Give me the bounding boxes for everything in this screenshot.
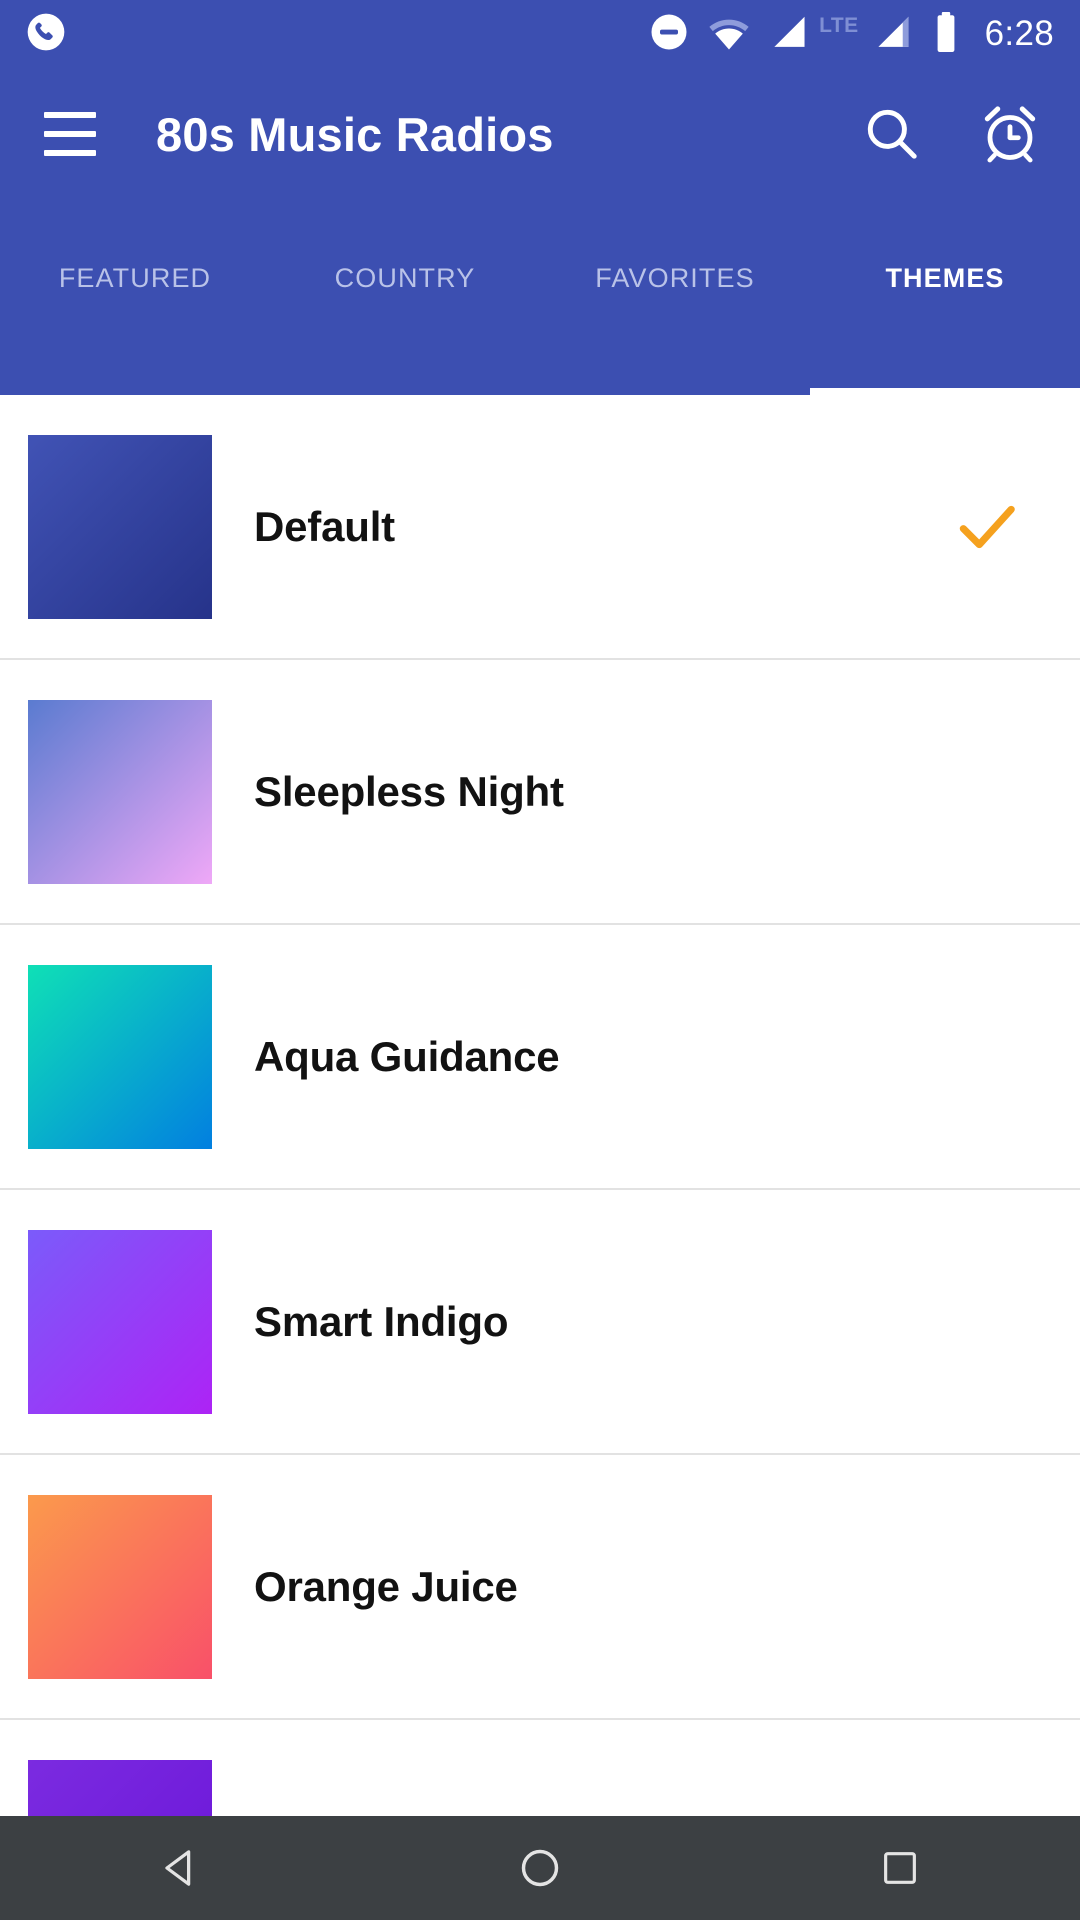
battery-icon xyxy=(933,11,959,58)
status-bar-right-icons: LTE 6:28 xyxy=(649,11,1080,58)
theme-swatch xyxy=(28,1229,212,1414)
phone-missed-call-icon xyxy=(26,12,66,57)
theme-list-item[interactable]: Default xyxy=(0,395,1080,660)
selected-check-icon xyxy=(954,494,1020,560)
status-bar-left-icons xyxy=(0,12,66,57)
menu-line xyxy=(44,150,96,156)
theme-name: Orange Juice xyxy=(254,1562,518,1610)
wifi-icon xyxy=(707,12,751,57)
theme-name: Smart Indigo xyxy=(254,1297,509,1345)
menu-line xyxy=(44,131,96,137)
tab-label: FAVORITES xyxy=(595,263,755,293)
theme-name: Aqua Guidance xyxy=(254,1032,560,1080)
app-bar-actions xyxy=(856,98,1080,170)
theme-swatch xyxy=(28,1494,212,1679)
tab-active-indicator xyxy=(810,388,1080,395)
signal-sim2-icon xyxy=(873,12,915,57)
theme-name: Sleepless Night xyxy=(254,767,564,815)
theme-list-item[interactable] xyxy=(0,1720,1080,1816)
theme-list-item[interactable]: Aqua Guidance xyxy=(0,925,1080,1190)
do-not-disturb-icon xyxy=(649,12,689,57)
lte-label: LTE xyxy=(819,14,859,37)
theme-list-item[interactable]: Smart Indigo xyxy=(0,1190,1080,1455)
search-icon[interactable] xyxy=(856,98,928,170)
theme-swatch xyxy=(28,1759,212,1816)
theme-swatch xyxy=(28,699,212,884)
tab-label: COUNTRY xyxy=(334,263,476,293)
status-bar-clock: 6:28 xyxy=(984,14,1054,53)
theme-list[interactable]: Default Sleepless Night Aqua Guidance Smart… xyxy=(0,395,1080,1816)
back-button[interactable] xyxy=(105,1816,255,1920)
theme-name: Default xyxy=(254,502,395,550)
tab-themes[interactable]: THEMES xyxy=(810,200,1080,395)
theme-swatch xyxy=(28,964,212,1149)
system-navigation-bar xyxy=(0,1816,1080,1920)
alarm-clock-icon[interactable] xyxy=(974,98,1046,170)
theme-list-item[interactable]: Orange Juice xyxy=(0,1455,1080,1720)
hamburger-menu-icon[interactable] xyxy=(22,86,118,182)
tab-favorites[interactable]: FAVORITES xyxy=(540,200,810,395)
theme-swatch xyxy=(28,434,212,619)
signal-sim1-icon xyxy=(769,12,811,57)
tab-featured[interactable]: FEATURED xyxy=(0,200,270,395)
tab-country[interactable]: COUNTRY xyxy=(270,200,540,395)
tab-bar: FEATURED COUNTRY FAVORITES THEMES xyxy=(0,200,1080,395)
recents-button[interactable] xyxy=(825,1816,975,1920)
tab-label: FEATURED xyxy=(58,263,212,293)
tab-label: THEMES xyxy=(885,263,1005,293)
theme-list-item[interactable]: Sleepless Night xyxy=(0,660,1080,925)
menu-line xyxy=(44,112,96,118)
page-title: 80s Music Radios xyxy=(156,107,554,161)
home-button[interactable] xyxy=(465,1816,615,1920)
status-bar: LTE 6:28 xyxy=(0,0,1080,68)
app-bar: 80s Music Radios xyxy=(0,68,1080,200)
